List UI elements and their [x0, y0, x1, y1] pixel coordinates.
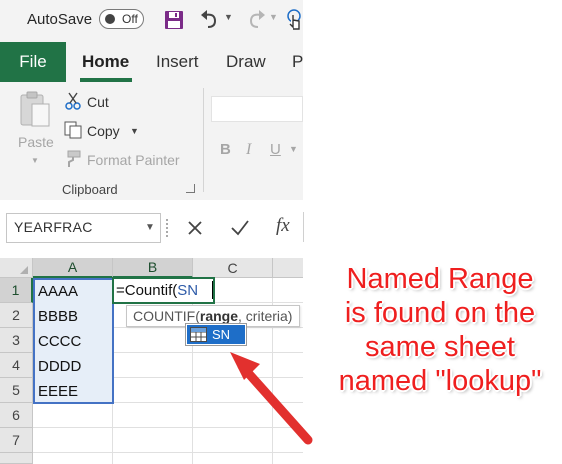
toggle-state-label: Off: [122, 12, 138, 26]
row-header-3[interactable]: 3: [0, 328, 33, 353]
copy-dropdown-icon[interactable]: ▼: [130, 126, 139, 136]
redo-dropdown-icon[interactable]: ▼: [269, 12, 278, 22]
annotation-arrow-icon: [230, 352, 313, 445]
font-name-box[interactable]: [211, 96, 303, 122]
function-signature: COUNTIF(range, criteria): [133, 308, 292, 324]
select-all-triangle-icon: [20, 266, 28, 274]
cell-a4[interactable]: DDDD: [38, 358, 81, 375]
underline-button[interactable]: U: [270, 141, 281, 158]
formula-bar-divider: [303, 212, 304, 242]
format-painter-button[interactable]: Format Painter: [87, 152, 180, 168]
paintbrush-icon[interactable]: [64, 150, 82, 168]
formula-prefix: =Countif(: [116, 282, 178, 299]
row-header-8[interactable]: [0, 453, 33, 464]
row-header-1[interactable]: 1: [0, 278, 33, 303]
name-box-value: YEARFRAC: [14, 219, 93, 235]
tooltip-remaining-arguments: , criteria): [238, 308, 293, 324]
row-header-2[interactable]: 2: [0, 303, 33, 328]
cell-a1[interactable]: AAAA: [38, 283, 78, 300]
italic-button[interactable]: I: [246, 141, 251, 159]
column-header-c[interactable]: C: [193, 258, 273, 278]
undo-dropdown-icon[interactable]: ▼: [224, 12, 233, 22]
row-header-6[interactable]: 6: [0, 403, 33, 428]
bold-button[interactable]: B: [220, 141, 231, 158]
name-box-dropdown-icon[interactable]: ▼: [145, 222, 155, 233]
annotation-line: same sheet: [365, 331, 515, 363]
named-range-icon: [190, 327, 207, 342]
dialog-launcher-icon[interactable]: [186, 184, 195, 193]
text-cursor: [212, 281, 213, 299]
cell-a5[interactable]: EEEE: [38, 383, 78, 400]
column-header-b[interactable]: B: [113, 258, 193, 278]
copy-button[interactable]: Copy: [87, 123, 120, 139]
checkmark-icon[interactable]: [230, 219, 250, 237]
tab-home[interactable]: Home: [82, 52, 129, 72]
formula-range-argument: SN: [177, 282, 199, 299]
paste-button[interactable]: Paste: [18, 134, 54, 150]
copy-icon[interactable]: [64, 121, 82, 139]
annotation-callout: Named Range is found on the same sheet n…: [318, 262, 562, 398]
tooltip-current-argument: range: [199, 308, 239, 324]
tab-draw[interactable]: Draw: [226, 52, 266, 72]
insert-function-icon[interactable]: fx: [276, 215, 290, 237]
tab-page-layout[interactable]: P: [292, 52, 303, 72]
tab-file[interactable]: File: [0, 42, 66, 82]
cell-a3[interactable]: CCCC: [38, 333, 81, 350]
scissors-icon[interactable]: [64, 92, 82, 110]
undo-icon[interactable]: [199, 9, 221, 31]
save-icon[interactable]: [164, 10, 184, 30]
cut-button[interactable]: Cut: [87, 94, 109, 110]
row-header-4[interactable]: 4: [0, 353, 33, 378]
annotation-line: Named Range: [346, 263, 534, 295]
tooltip-function-name[interactable]: COUNTIF(: [133, 308, 200, 324]
annotation-line: named "lookup": [338, 365, 542, 397]
paste-dropdown-icon[interactable]: ▼: [31, 156, 39, 165]
clipboard-group-label: Clipboard: [62, 182, 118, 197]
redo-icon[interactable]: [245, 9, 267, 31]
underline-dropdown-icon[interactable]: ▼: [289, 144, 298, 154]
resize-grip[interactable]: [166, 219, 170, 237]
paste-icon[interactable]: [18, 90, 52, 128]
autosave-label: AutoSave: [27, 11, 93, 28]
annotation-line: is found on the: [344, 297, 536, 329]
cell-a2[interactable]: BBBB: [38, 308, 78, 325]
column-header-d[interactable]: [273, 258, 303, 278]
row-header-5[interactable]: 5: [0, 378, 33, 403]
row-header-7[interactable]: 7: [0, 428, 33, 453]
autosave-toggle[interactable]: Off: [99, 9, 144, 29]
cancel-icon[interactable]: [186, 219, 204, 237]
cell-b1-formula: =Countif(SN: [116, 282, 198, 299]
group-divider: [203, 88, 204, 192]
select-all-corner[interactable]: [0, 258, 33, 278]
toggle-knob: [105, 14, 115, 24]
tab-insert[interactable]: Insert: [156, 52, 199, 72]
column-header-a[interactable]: A: [33, 258, 113, 278]
touch-mode-icon[interactable]: [286, 9, 303, 33]
